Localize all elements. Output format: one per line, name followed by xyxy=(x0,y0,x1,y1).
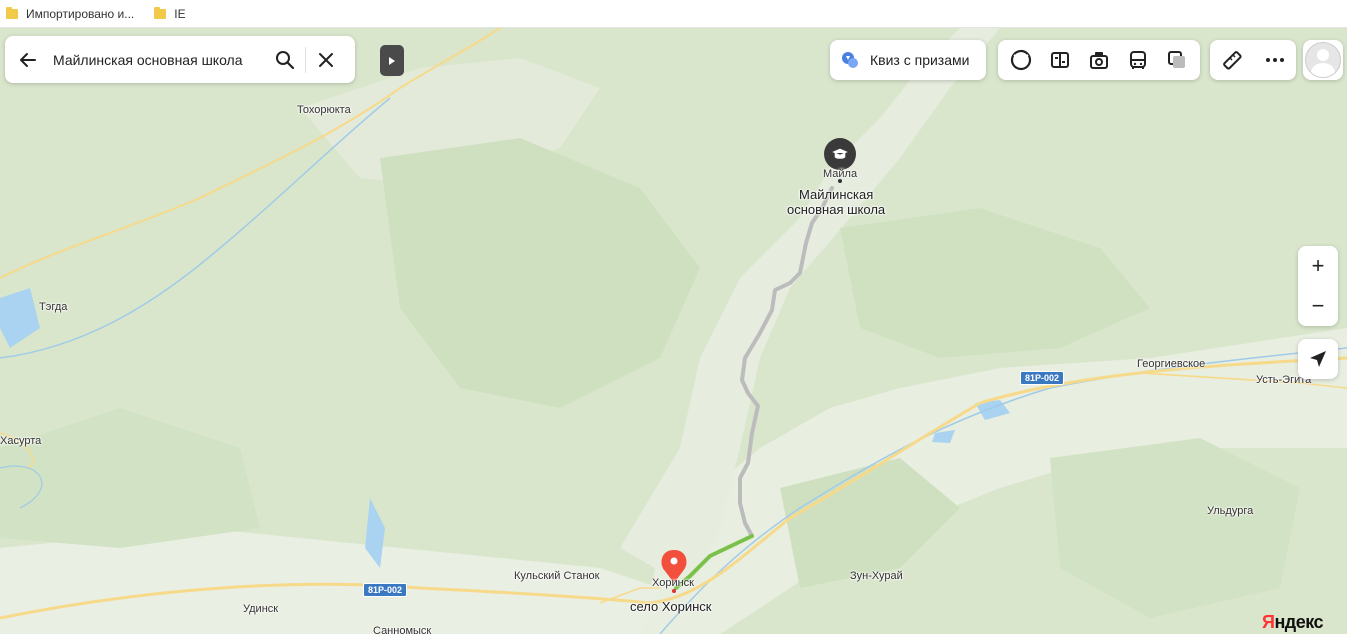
traffic-icon xyxy=(1051,52,1070,68)
folder-icon xyxy=(154,6,167,19)
close-icon xyxy=(319,52,333,67)
expand-panel-button[interactable] xyxy=(380,45,404,76)
layers-button[interactable] xyxy=(1161,44,1193,76)
bookmark-imported[interactable]: Импортировано и... xyxy=(6,6,135,21)
profile-button[interactable] xyxy=(1303,40,1343,80)
quiz-button[interactable]: Квиз с призами xyxy=(830,40,986,80)
logo-rest: ндекс xyxy=(1274,612,1324,632)
layers-icon xyxy=(1167,51,1185,68)
zoom-in-button[interactable]: + xyxy=(1298,246,1338,286)
place-label: Георгиевское xyxy=(1137,358,1206,370)
school-pin[interactable] xyxy=(824,138,856,170)
place-label: Ульдурга xyxy=(1207,505,1254,517)
road-badge: 81Р-002 xyxy=(363,583,408,597)
search-input[interactable] xyxy=(51,50,265,69)
avatar xyxy=(1305,42,1341,78)
bookmark-label: IE xyxy=(174,6,186,21)
yandex-logo: Яндекс xyxy=(1262,612,1324,633)
my-location-button[interactable] xyxy=(1298,339,1338,379)
arrow-left-icon xyxy=(20,52,36,67)
photo-button[interactable] xyxy=(1083,44,1115,76)
more-button[interactable] xyxy=(1259,44,1291,76)
quiz-icon xyxy=(842,52,858,68)
ruler-icon xyxy=(1222,51,1242,70)
camera-icon xyxy=(1089,52,1108,69)
place-label: Майла xyxy=(823,168,858,180)
bus-icon xyxy=(1129,51,1146,69)
transit-button[interactable] xyxy=(1122,44,1154,76)
traffic-button[interactable] xyxy=(1044,44,1076,76)
bookmark-ie[interactable]: IE xyxy=(154,6,186,21)
place-label: Хоринск xyxy=(652,577,694,589)
folder-icon xyxy=(6,6,18,19)
place-label: Тэгда xyxy=(39,301,68,313)
place-label: Удинск xyxy=(243,603,279,615)
search-button[interactable] xyxy=(265,36,305,83)
map-canvas[interactable]: Тохорюкта Тэгда Хасурта Майла Майлинская… xyxy=(0,28,1347,634)
tools-toolbar xyxy=(1210,40,1296,80)
search-panel xyxy=(5,36,355,83)
panorama-button[interactable] xyxy=(1005,44,1037,76)
place-label: Хасурта xyxy=(0,435,42,447)
quiz-label: Квиз с призами xyxy=(870,52,970,68)
search-icon xyxy=(276,50,295,69)
play-arrow-icon xyxy=(389,56,395,65)
school-label[interactable]: основная школа xyxy=(787,202,885,217)
clear-search-button[interactable] xyxy=(306,36,346,83)
place-label: Зун-Хурай xyxy=(850,570,903,582)
road-badge: 81Р-002 xyxy=(1020,371,1065,385)
location-arrow-icon xyxy=(1310,351,1326,367)
map-layers-toolbar xyxy=(998,40,1200,80)
zoom-out-button[interactable]: − xyxy=(1298,286,1338,326)
place-label: Кульский Станок xyxy=(514,570,600,582)
place-label: Тохорюкта xyxy=(297,104,351,116)
destination-label[interactable]: село Хоринск xyxy=(630,599,712,614)
bookmark-label: Импортировано и... xyxy=(26,6,135,21)
more-dots-icon xyxy=(1265,58,1284,62)
zoom-control: + − xyxy=(1298,246,1338,326)
logo-letter: Я xyxy=(1262,612,1275,632)
ruler-button[interactable] xyxy=(1216,44,1248,76)
back-button[interactable] xyxy=(5,51,51,69)
place-label: Санномыск xyxy=(373,625,432,634)
bookmarks-bar: Импортировано и... IE xyxy=(0,0,1347,28)
panorama-icon xyxy=(1011,49,1032,71)
school-label[interactable]: Майлинская xyxy=(799,187,873,202)
map-terrain xyxy=(0,28,1347,634)
